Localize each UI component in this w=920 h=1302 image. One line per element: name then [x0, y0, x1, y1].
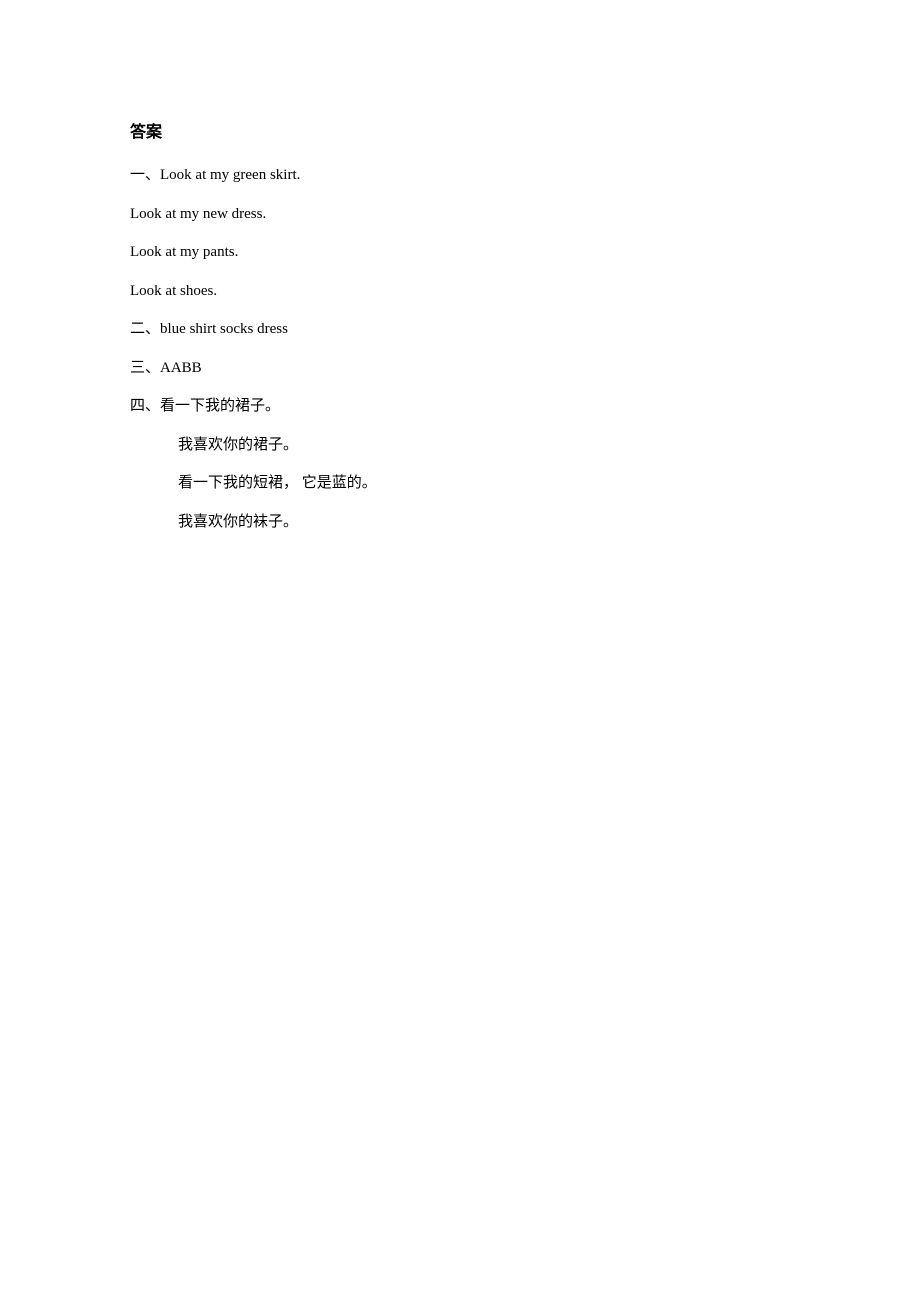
answer-line: Look at my new dress.	[130, 203, 790, 226]
answer-line: 一、Look at my green skirt.	[130, 164, 790, 187]
answer-line: Look at shoes.	[130, 280, 790, 303]
answer-line: 二、blue shirt socks dress	[130, 318, 790, 341]
answer-line: 我喜欢你的裙子。	[130, 434, 790, 457]
answer-line: 三、AABB	[130, 357, 790, 380]
answer-line: 四、看一下我的裙子。	[130, 395, 790, 418]
answer-line: Look at my pants.	[130, 241, 790, 264]
document-page: 答案 一、Look at my green skirt. Look at my …	[0, 0, 920, 533]
answer-line: 我喜欢你的袜子。	[130, 511, 790, 534]
answer-line: 看一下我的短裙， 它是蓝的。	[130, 472, 790, 495]
answers-heading: 答案	[130, 118, 790, 142]
